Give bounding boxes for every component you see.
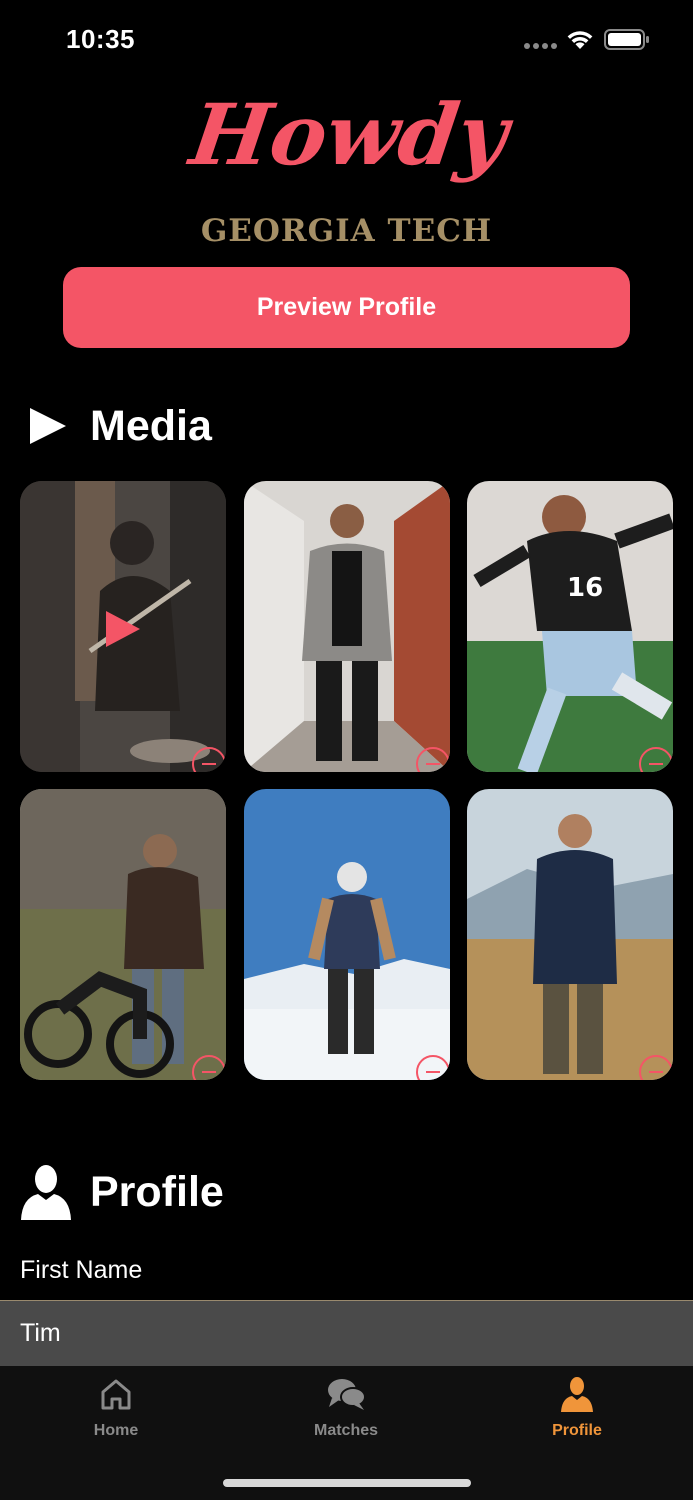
tab-profile[interactable]: Profile (507, 1374, 647, 1454)
media-tile-photo[interactable] (244, 789, 450, 1080)
guitarist-photo (20, 481, 226, 772)
media-section-header: Media (20, 400, 212, 452)
blazer-man-photo (244, 481, 450, 772)
media-tile-photo[interactable] (467, 789, 673, 1080)
chat-bubbles-icon (328, 1379, 366, 1410)
play-icon (30, 408, 66, 444)
media-tile-photo[interactable]: 16 (467, 481, 673, 772)
soccer-player-photo: 16 (467, 481, 673, 772)
skier-photo (244, 789, 450, 1080)
status-bar: 10:35 (0, 0, 693, 80)
media-tile-photo[interactable] (20, 789, 226, 1080)
person-icon (21, 1165, 71, 1220)
wifi-icon (567, 31, 593, 49)
media-tile-video[interactable] (20, 481, 226, 772)
battery-icon (604, 29, 649, 50)
preview-profile-button[interactable]: Preview Profile (63, 267, 630, 348)
howdy-logo: Howdy (183, 85, 519, 184)
svg-text:Howdy: Howdy (183, 85, 519, 184)
tab-profile-label: Profile (552, 1422, 602, 1439)
field-man-photo (467, 789, 673, 1080)
first-name-label: First Name (20, 1256, 143, 1284)
tab-matches[interactable]: Matches (276, 1374, 416, 1454)
person-icon (561, 1377, 593, 1412)
profile-section-header: Profile (20, 1162, 224, 1222)
profile-title: Profile (90, 1167, 224, 1216)
tab-home-label: Home (93, 1422, 139, 1439)
first-name-field[interactable]: Tim (0, 1300, 693, 1366)
tab-home[interactable]: Home (46, 1374, 186, 1454)
school-name: GEORGIA TECH (200, 213, 493, 249)
tab-matches-label: Matches (313, 1422, 379, 1439)
media-title: Media (90, 401, 212, 450)
home-indicator[interactable] (223, 1479, 471, 1487)
svg-text:16: 16 (567, 573, 603, 603)
status-time: 10:35 (66, 24, 135, 54)
cellular-signal-icon (524, 43, 557, 49)
media-tile-photo[interactable] (244, 481, 450, 772)
media-grid: 16 (20, 481, 674, 1081)
home-icon (101, 1379, 131, 1410)
motorcycle-man-photo (20, 789, 226, 1080)
